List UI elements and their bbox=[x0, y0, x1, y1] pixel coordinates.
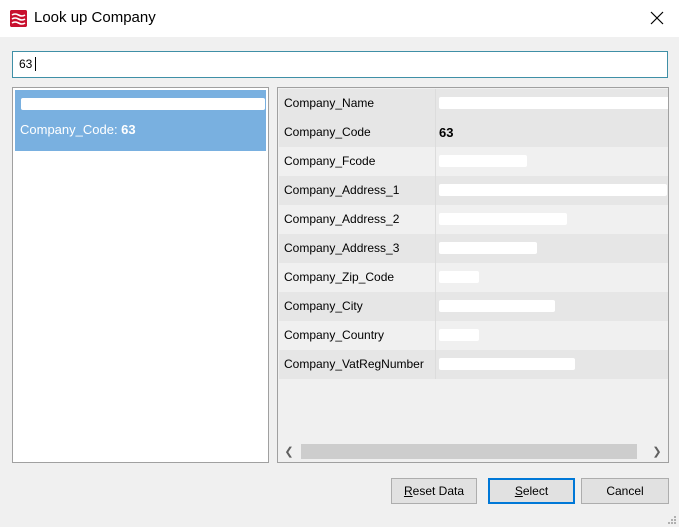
property-name: Company_Code bbox=[284, 125, 371, 139]
table-row: Company_Name bbox=[279, 89, 668, 118]
table-row: Company_Code 63 bbox=[279, 118, 668, 147]
cancel-button[interactable]: Cancel bbox=[581, 478, 669, 504]
redacted-value bbox=[439, 300, 555, 312]
property-name: Company_City bbox=[284, 299, 363, 313]
table-row: Company_Address_1 bbox=[279, 176, 668, 205]
search-input[interactable]: 63 bbox=[12, 51, 668, 78]
company-lookup-icon bbox=[10, 10, 27, 27]
property-name: Company_Address_1 bbox=[284, 183, 400, 197]
select-button[interactable]: Select bbox=[488, 478, 575, 504]
redacted-value bbox=[439, 155, 527, 167]
reset-label: eset Data bbox=[412, 484, 465, 498]
list-item-code-label: Company_Code: bbox=[20, 122, 122, 137]
column-divider bbox=[435, 89, 436, 118]
close-button[interactable] bbox=[643, 6, 671, 30]
window-title: Look up Company bbox=[34, 9, 156, 26]
redacted-value bbox=[439, 184, 667, 196]
resize-grip-icon[interactable] bbox=[666, 514, 676, 524]
column-divider bbox=[435, 176, 436, 205]
table-row: Company_Address_2 bbox=[279, 205, 668, 234]
column-divider bbox=[435, 205, 436, 234]
property-name: Company_Address_3 bbox=[284, 241, 400, 255]
table-row: Company_Zip_Code bbox=[279, 263, 668, 292]
property-value: 63 bbox=[439, 125, 454, 140]
property-grid: Company_Name Company_Code 63 Company_Fco… bbox=[279, 89, 668, 379]
property-name: Company_Fcode bbox=[284, 154, 376, 168]
column-divider bbox=[435, 350, 436, 379]
redacted-value bbox=[439, 97, 668, 109]
reset-data-button[interactable]: Reset Data bbox=[391, 478, 477, 504]
details-panel: Company_Name Company_Code 63 Company_Fco… bbox=[277, 87, 669, 463]
search-input-value: 63 bbox=[19, 57, 33, 71]
property-name: Company_VatRegNumber bbox=[284, 357, 424, 371]
redacted-value bbox=[439, 329, 479, 341]
scroll-right-icon[interactable]: ❯ bbox=[647, 441, 667, 461]
close-icon bbox=[650, 11, 664, 25]
select-mnemonic: S bbox=[514, 484, 523, 498]
column-divider bbox=[435, 234, 436, 263]
redacted-value bbox=[439, 271, 479, 283]
list-item-code: Company_Code: 63 bbox=[20, 122, 136, 137]
redacted-value bbox=[439, 242, 537, 254]
column-divider bbox=[435, 118, 436, 147]
list-item-code-value: 63 bbox=[121, 122, 136, 137]
list-item[interactable]: Company_Code: 63 bbox=[15, 90, 266, 151]
column-divider bbox=[435, 321, 436, 350]
property-name: Company_Zip_Code bbox=[284, 270, 395, 284]
table-row: Company_Fcode bbox=[279, 147, 668, 176]
column-divider bbox=[435, 147, 436, 176]
redacted-value bbox=[439, 358, 575, 370]
redacted-company-name bbox=[21, 98, 265, 110]
text-caret bbox=[35, 57, 37, 71]
property-name: Company_Address_2 bbox=[284, 212, 400, 226]
horizontal-scrollbar[interactable]: ❮ ❯ bbox=[279, 441, 667, 461]
results-list[interactable]: Company_Code: 63 bbox=[12, 87, 269, 463]
table-row: Company_Country bbox=[279, 321, 668, 350]
column-divider bbox=[435, 292, 436, 321]
table-row: Company_City bbox=[279, 292, 668, 321]
property-name: Company_Name bbox=[284, 96, 375, 110]
redacted-value bbox=[439, 213, 567, 225]
column-divider bbox=[435, 263, 436, 292]
cancel-label: Cancel bbox=[606, 484, 644, 498]
select-label: elect bbox=[522, 484, 549, 498]
title-bar: Look up Company bbox=[0, 0, 679, 37]
table-row: Company_Address_3 bbox=[279, 234, 668, 263]
reset-mnemonic: R bbox=[403, 484, 413, 498]
property-name: Company_Country bbox=[284, 328, 385, 342]
table-row: Company_VatRegNumber bbox=[279, 350, 668, 379]
scrollbar-thumb[interactable] bbox=[301, 444, 637, 459]
scroll-left-icon[interactable]: ❮ bbox=[279, 441, 299, 461]
